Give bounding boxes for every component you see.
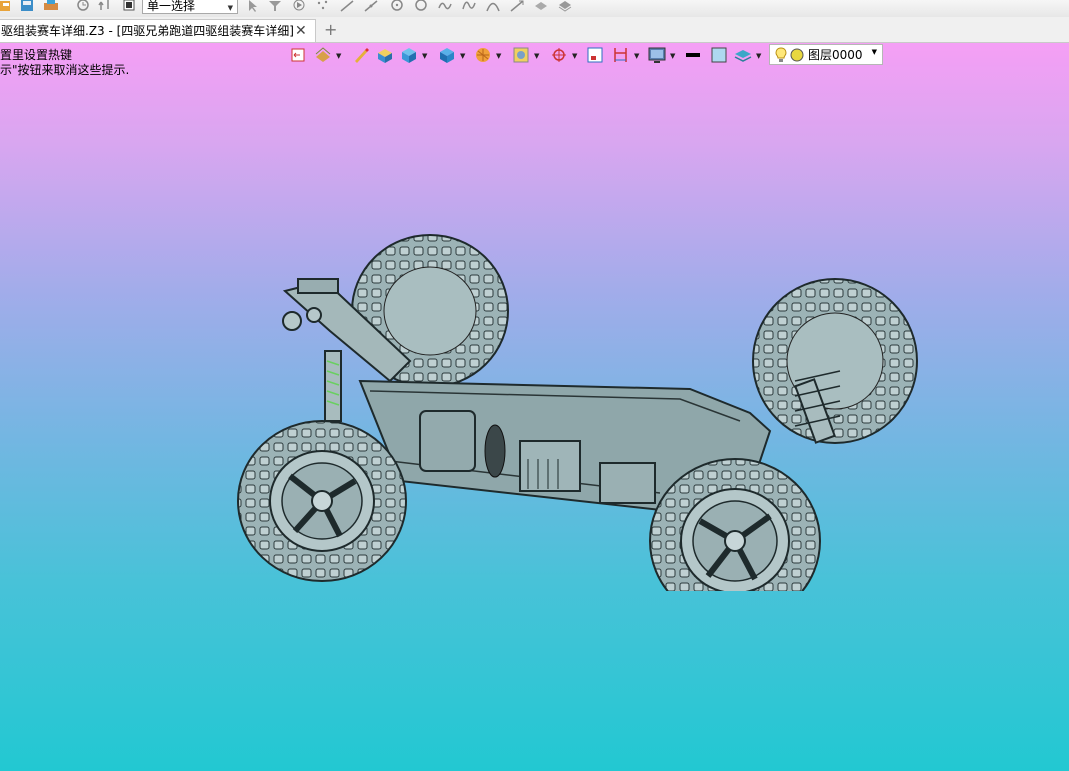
pen-icon[interactable]: [352, 45, 370, 65]
document-tab-bar: 驱组装赛车详细.Z3 - [四驱兄弟跑道四驱组装赛车详细] ✕ +: [0, 17, 1069, 43]
layer-select[interactable]: 图层0000 ▼: [769, 44, 883, 65]
add-tab-button[interactable]: +: [324, 19, 337, 41]
3d-viewport[interactable]: 置里设置热键 示"按钮来取消这些提示. ▼ ▼ ▼ ▼ ▼ ▼ ▼ ▼ ▼ 图层…: [0, 43, 1069, 771]
cube-dropdown-icon[interactable]: ▼: [438, 45, 468, 65]
svg-text:▼: ▼: [534, 52, 540, 60]
view-restore-icon[interactable]: [290, 45, 306, 65]
svg-text:▼: ▼: [422, 52, 428, 60]
svg-text:▼: ▼: [634, 52, 640, 60]
history-icon[interactable]: [76, 0, 90, 12]
tab-title: 驱组装赛车详细.Z3 - [四驱兄弟跑道四驱组装赛车详细]: [1, 24, 294, 38]
snap-icon[interactable]: ▼: [550, 45, 580, 65]
svg-text:▼: ▼: [756, 52, 762, 60]
file-icon[interactable]: [0, 0, 14, 12]
cube-view-icon[interactable]: ▼: [400, 45, 430, 65]
sphere-render-icon[interactable]: ▼: [474, 45, 504, 65]
svg-text:▼: ▼: [496, 52, 502, 60]
line-icon[interactable]: [340, 0, 354, 12]
wheel: [752, 278, 918, 444]
svg-text:▼: ▼: [670, 52, 676, 60]
play-icon[interactable]: [292, 0, 306, 12]
line-icon[interactable]: [364, 0, 378, 12]
point-icon[interactable]: [316, 0, 330, 12]
redo-icon[interactable]: [98, 0, 112, 12]
rc-car-model[interactable]: [230, 231, 930, 591]
light-bulb-icon[interactable]: [774, 47, 788, 63]
svg-text:▼: ▼: [460, 52, 466, 60]
display-icon[interactable]: ▼: [648, 45, 678, 65]
frame-icon[interactable]: [586, 45, 604, 65]
shaded-box-icon[interactable]: [376, 45, 394, 65]
select-mode-dropdown[interactable]: 单一选择 ▼: [142, 0, 238, 14]
svg-text:▼: ▼: [336, 52, 342, 60]
wheel: [237, 420, 407, 582]
arc-icon[interactable]: [486, 0, 500, 12]
chevron-down-icon: ▼: [227, 4, 233, 12]
hint-text: 示"按钮来取消这些提示.: [0, 63, 130, 77]
select-mode-value: 单一选择: [147, 0, 196, 13]
main-toolbar: 单一选择 ▼: [0, 0, 1069, 17]
image-icon[interactable]: ▼: [512, 45, 542, 65]
circle-icon[interactable]: [414, 0, 428, 12]
layer-name: 图层0000: [808, 48, 863, 62]
surface-icon[interactable]: [558, 0, 572, 12]
line-icon[interactable]: [510, 0, 524, 12]
chevron-down-icon: ▼: [871, 48, 877, 56]
filter-icon[interactable]: [268, 0, 282, 12]
curve-icon[interactable]: [438, 0, 452, 12]
line-color-icon[interactable]: [684, 45, 702, 65]
surface-icon[interactable]: [534, 0, 548, 12]
stop-icon[interactable]: [122, 0, 136, 12]
print-icon[interactable]: [44, 0, 58, 12]
tab-document[interactable]: 驱组装赛车详细.Z3 - [四驱兄弟跑道四驱组装赛车详细] ✕: [0, 19, 316, 42]
filter-layers-icon[interactable]: ▼: [314, 45, 344, 65]
layer-color-icon: [790, 48, 804, 62]
pick-arrow-icon[interactable]: [246, 0, 260, 12]
dimension-icon[interactable]: ▼: [612, 45, 642, 65]
circle-icon[interactable]: [390, 0, 404, 12]
close-icon[interactable]: ✕: [295, 20, 307, 42]
hint-text: 置里设置热键: [0, 48, 73, 62]
spline-icon[interactable]: [462, 0, 476, 12]
fill-color-icon[interactable]: [710, 45, 728, 65]
layers-icon[interactable]: ▼: [734, 45, 764, 65]
svg-text:▼: ▼: [572, 52, 578, 60]
save-icon[interactable]: [20, 0, 34, 12]
